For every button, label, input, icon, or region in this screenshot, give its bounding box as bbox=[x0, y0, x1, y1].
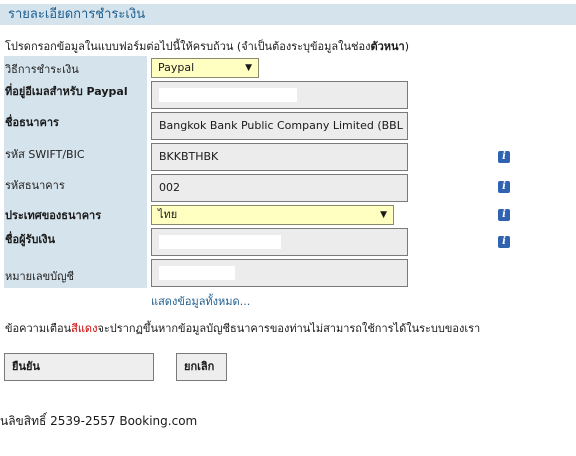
instructions-suffix: ) bbox=[404, 40, 410, 53]
paypal-email-label: ที่อยู่อีเมลสำหรับ Paypal bbox=[5, 85, 128, 98]
confirm-button[interactable]: ยืนยัน bbox=[4, 353, 154, 381]
bank-country-label: ประเทศของธนาคาร bbox=[5, 209, 102, 222]
swift-label: รหัส SWIFT/BIC bbox=[5, 148, 85, 161]
payment-method-value: Paypal bbox=[158, 61, 195, 74]
instructions-text: โปรดกรอกข้อมูลในแบบฟอร์มต่อไปนี้ให้ครบถ้… bbox=[5, 40, 371, 53]
swift-value: BKKBTHBK bbox=[159, 150, 219, 163]
recipient-value bbox=[159, 235, 281, 249]
bank-name-value: Bangkok Bank Public Company Limited (BBL bbox=[159, 119, 403, 132]
bank-country-value: ไทย bbox=[158, 208, 178, 221]
page-title: รายละเอียดการชำระเงิน bbox=[0, 4, 576, 25]
warning-prefix: ข้อความเตือน bbox=[5, 322, 72, 335]
show-all-link[interactable]: แสดงข้อมูลทั้งหมด... bbox=[151, 292, 250, 310]
instructions-emphasis: ตัวหนา bbox=[370, 40, 405, 53]
warning-red: สีแดง bbox=[71, 322, 98, 335]
info-icon[interactable]: i bbox=[498, 151, 510, 163]
bank-country-select[interactable]: ไทย ▼ bbox=[151, 205, 394, 225]
account-number-value bbox=[159, 266, 235, 280]
info-icon[interactable]: i bbox=[498, 181, 510, 193]
payment-method-label: วิธีการชำระเงิน bbox=[5, 63, 79, 76]
bank-code-label: รหัสธนาคาร bbox=[5, 179, 65, 192]
warning-text: ข้อความเตือนสีแดงจะปรากฏขึ้นหากข้อมูลบัญ… bbox=[5, 319, 480, 337]
bank-name-field[interactable]: Bangkok Bank Public Company Limited (BBL bbox=[151, 112, 408, 140]
account-number-label: หมายเลขบัญชี bbox=[5, 270, 74, 283]
info-icon[interactable]: i bbox=[498, 236, 510, 248]
warning-suffix: จะปรากฏขึ้นหากข้อมูลบัญชีธนาคารของท่านไม… bbox=[97, 322, 481, 335]
footer-copyright: นลิขสิทธิ์ 2539-2557 Booking.com bbox=[0, 414, 198, 428]
info-icon[interactable]: i bbox=[498, 209, 510, 221]
cancel-button[interactable]: ยกเลิก bbox=[176, 353, 227, 381]
swift-field[interactable]: BKKBTHBK bbox=[151, 143, 408, 171]
recipient-field[interactable] bbox=[151, 228, 408, 256]
payment-method-select[interactable]: Paypal ▼ bbox=[151, 58, 259, 78]
chevron-down-icon: ▼ bbox=[380, 210, 387, 220]
chevron-down-icon: ▼ bbox=[245, 63, 252, 73]
bank-code-value: 002 bbox=[159, 181, 180, 194]
paypal-email-field[interactable] bbox=[151, 81, 408, 109]
account-number-field[interactable] bbox=[151, 259, 408, 287]
recipient-label: ชื่อผู้รับเงิน bbox=[5, 233, 56, 246]
form-instructions: โปรดกรอกข้อมูลในแบบฟอร์มต่อไปนี้ให้ครบถ้… bbox=[5, 37, 409, 55]
paypal-email-value bbox=[159, 88, 297, 102]
bank-code-field[interactable]: 002 bbox=[151, 174, 408, 202]
bank-name-label: ชื่อธนาคาร bbox=[5, 116, 59, 129]
